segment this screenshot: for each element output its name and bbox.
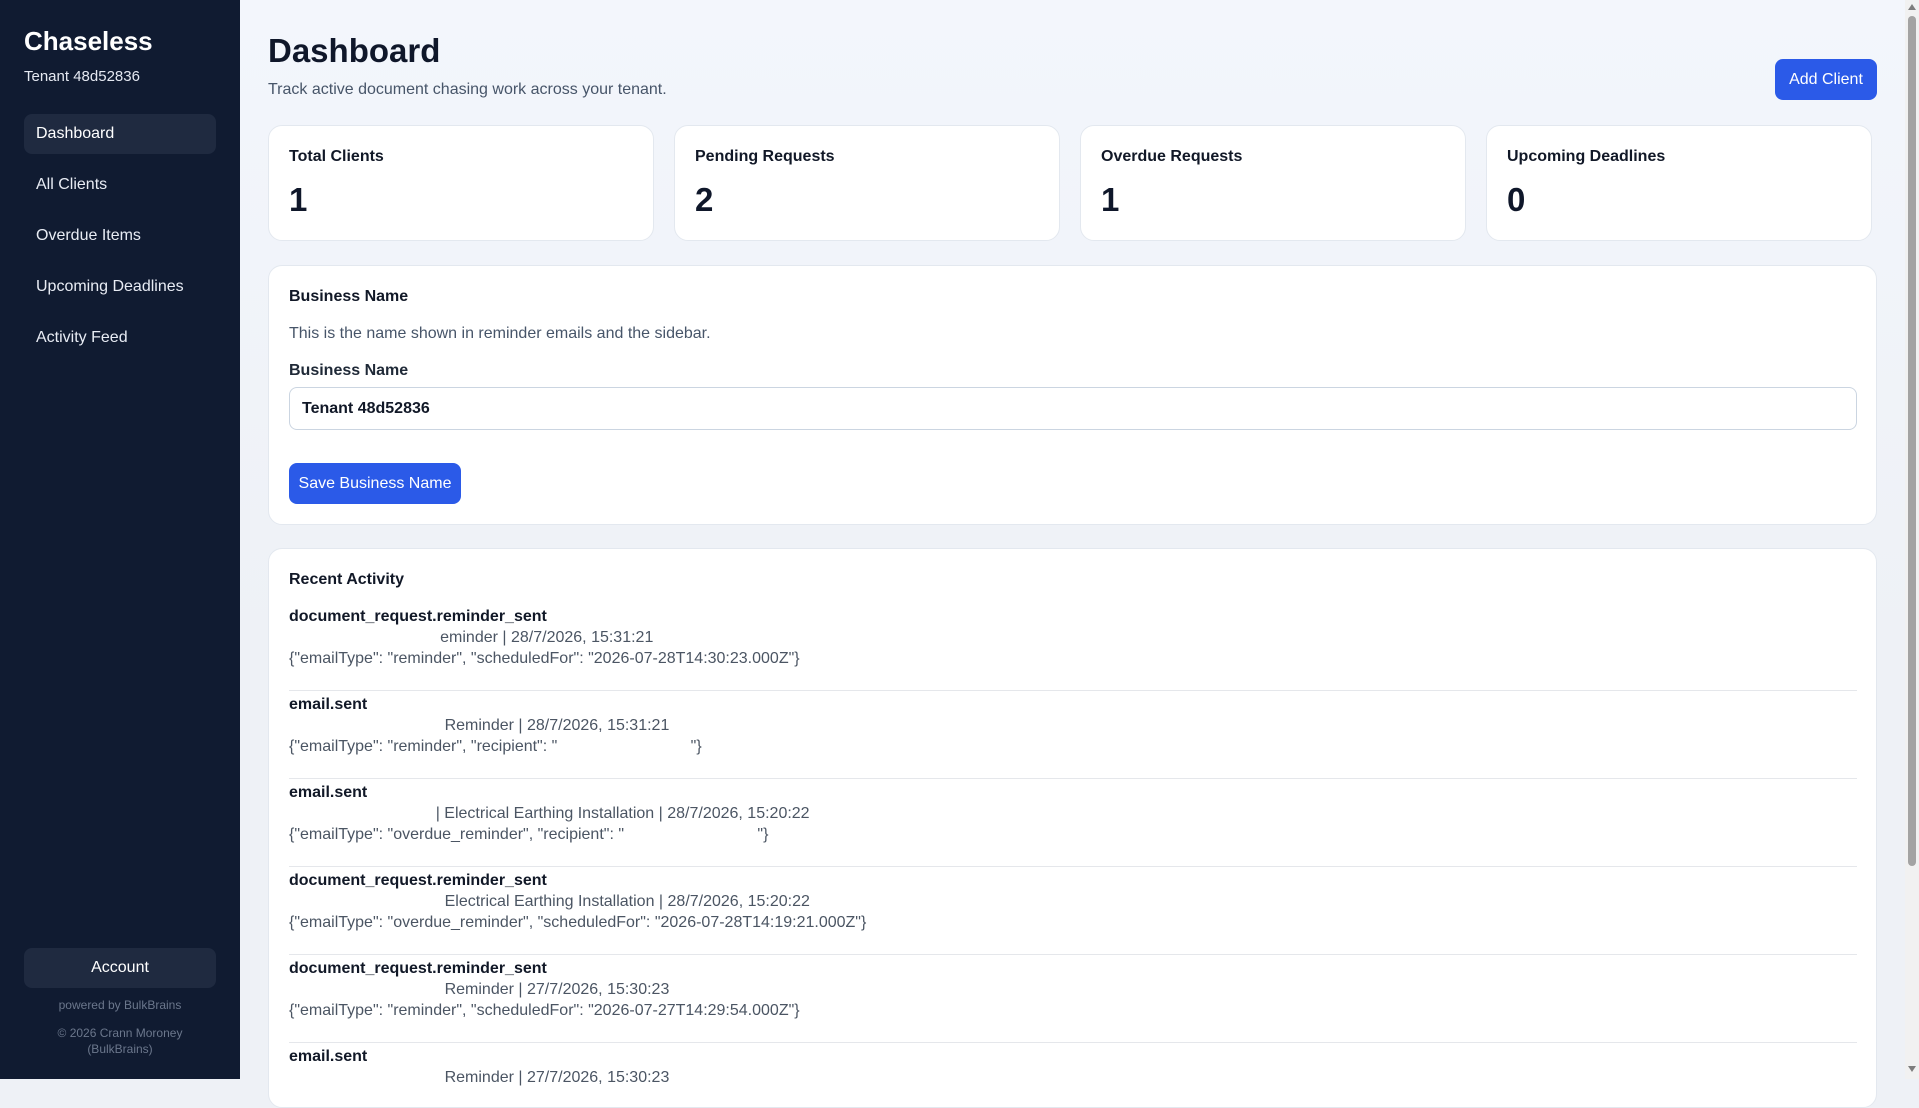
page-title: Dashboard [268, 32, 441, 69]
sidebar-nav: Dashboard All Clients Overdue Items Upco… [24, 114, 216, 369]
sidebar-item-dashboard[interactable]: Dashboard [24, 114, 216, 154]
activity-title: document_request.reminder_sent [289, 960, 547, 977]
activity-meta: | Electrical Earthing Installation | 28/… [289, 805, 810, 822]
activity-meta: Reminder | 27/7/2026, 15:30:23 [289, 1069, 670, 1086]
activity-meta: Reminder | 28/7/2026, 15:31:21 [289, 717, 670, 734]
activity-meta: Electrical Earthing Installation | 28/7/… [289, 893, 810, 910]
stat-value: 1 [1101, 181, 1120, 218]
activity-detail: {"emailType": "reminder", "scheduledFor"… [289, 1002, 800, 1019]
account-button[interactable]: Account [24, 948, 216, 988]
copyright-text: © 2026 Crann Moroney (BulkBrains) [24, 1025, 216, 1057]
activity-item: document_request.reminder_sent Reminder … [289, 956, 1857, 1043]
activity-item: email.sent Reminder | 28/7/2026, 15:31:2… [289, 692, 1857, 779]
stat-value: 2 [695, 181, 714, 218]
activity-item: email.sent Reminder | 27/7/2026, 15:30:2… [289, 1044, 1857, 1107]
scroll-up-arrow-icon[interactable] [1908, 4, 1916, 10]
add-client-button[interactable]: Add Client [1775, 59, 1877, 100]
business-name-card: Business Name This is the name shown in … [268, 265, 1877, 525]
sidebar-item-upcoming-deadlines[interactable]: Upcoming Deadlines [24, 267, 216, 307]
powered-by-text: powered by BulkBrains [58, 998, 182, 1012]
activity-detail: {"emailType": "reminder", "scheduledFor"… [289, 650, 800, 667]
activity-title: email.sent [289, 784, 368, 801]
activity-detail: {"emailType": "overdue_reminder", "recip… [289, 826, 769, 843]
business-name-label: Business Name [289, 362, 409, 379]
sidebar-item-overdue-items[interactable]: Overdue Items [24, 216, 216, 256]
stat-card-pending-requests: Pending Requests 2 [674, 125, 1060, 241]
activity-title: email.sent [289, 1048, 368, 1065]
stat-label: Overdue Requests [1101, 148, 1243, 165]
tenant-name: Tenant 48d52836 [24, 68, 140, 85]
copyright-line-2: (BulkBrains) [87, 1042, 153, 1056]
business-name-description: This is the name shown in reminder email… [289, 325, 711, 342]
stat-card-total-clients: Total Clients 1 [268, 125, 654, 241]
stat-value: 0 [1507, 181, 1526, 218]
recent-activity-card: Recent Activity document_request.reminde… [268, 548, 1877, 1108]
stats-row: Total Clients 1 Pending Requests 2 Overd… [268, 125, 1877, 241]
sidebar-item-activity-feed[interactable]: Activity Feed [24, 318, 216, 358]
activity-title: document_request.reminder_sent [289, 608, 547, 625]
stat-value: 1 [289, 181, 308, 218]
page-subtitle: Track active document chasing work acros… [268, 81, 667, 98]
business-name-heading: Business Name [289, 288, 409, 305]
activity-meta: eminder | 28/7/2026, 15:31:21 [289, 629, 654, 646]
main-content: Dashboard Track active document chasing … [240, 0, 1905, 1108]
stat-label: Upcoming Deadlines [1507, 148, 1666, 165]
sidebar-item-all-clients[interactable]: All Clients [24, 165, 216, 205]
stat-card-upcoming-deadlines: Upcoming Deadlines 0 [1486, 125, 1872, 241]
activity-list: document_request.reminder_sent eminder |… [289, 604, 1857, 1107]
page-scrollbar[interactable] [1905, 0, 1919, 1079]
activity-detail: {"emailType": "reminder", "recipient": "… [289, 738, 702, 755]
business-name-input[interactable] [289, 387, 1857, 430]
activity-title: email.sent [289, 696, 368, 713]
activity-item: document_request.reminder_sent eminder |… [289, 604, 1857, 691]
stat-label: Pending Requests [695, 148, 835, 165]
activity-item: email.sent | Electrical Earthing Install… [289, 780, 1857, 867]
activity-detail: {"emailType": "overdue_reminder", "sched… [289, 914, 867, 931]
activity-item: document_request.reminder_sent Electrica… [289, 868, 1857, 955]
activity-title: document_request.reminder_sent [289, 872, 547, 889]
brand-name: Chaseless [24, 26, 153, 56]
scroll-thumb[interactable] [1908, 16, 1916, 866]
sidebar: Chaseless Tenant 48d52836 Dashboard All … [0, 0, 240, 1079]
save-business-name-button[interactable]: Save Business Name [289, 463, 461, 504]
activity-meta: Reminder | 27/7/2026, 15:30:23 [289, 981, 670, 998]
stat-card-overdue-requests: Overdue Requests 1 [1080, 125, 1466, 241]
recent-activity-heading: Recent Activity [289, 571, 404, 588]
copyright-line-1: © 2026 Crann Moroney [57, 1026, 183, 1040]
scroll-down-arrow-icon[interactable] [1908, 1066, 1916, 1072]
stat-label: Total Clients [289, 148, 384, 165]
